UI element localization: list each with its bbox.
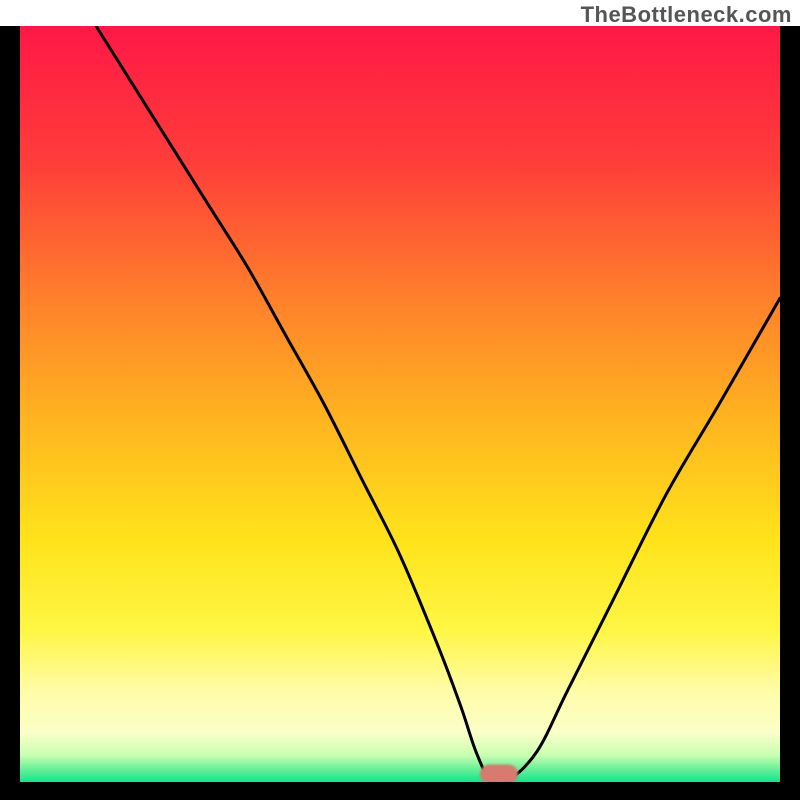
watermark-text: TheBottleneck.com xyxy=(581,2,792,28)
chart-frame xyxy=(0,26,800,800)
chart-svg xyxy=(20,26,780,782)
optimal-point-marker xyxy=(480,765,518,782)
chart-plot xyxy=(20,26,780,782)
gradient-background xyxy=(20,26,780,782)
